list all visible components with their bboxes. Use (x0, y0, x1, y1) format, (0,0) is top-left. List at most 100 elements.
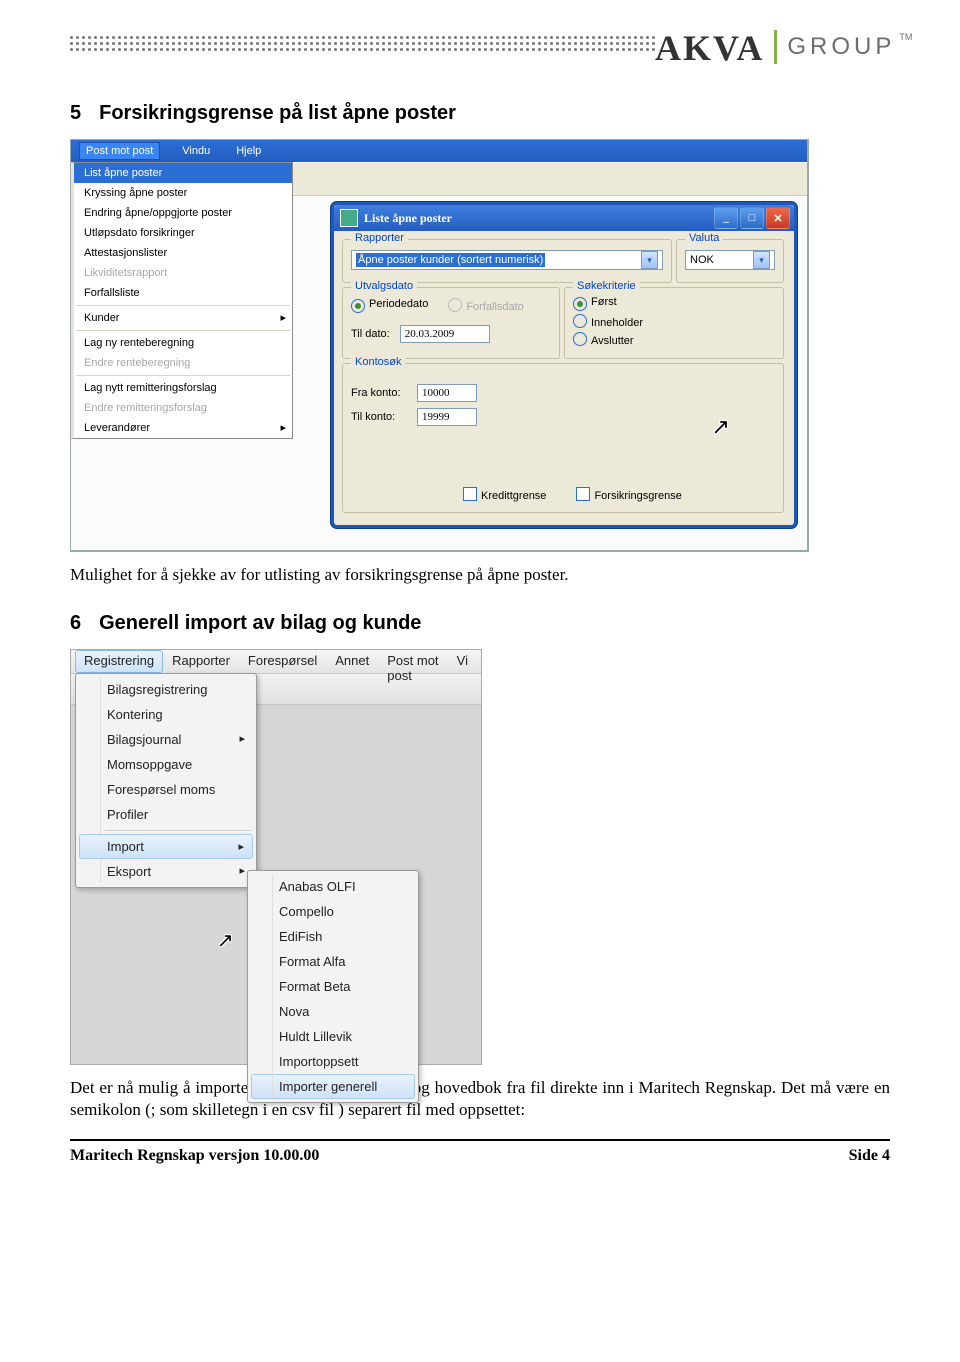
group-sokekriterie: Søkekriterie Først Inneholder Avslutter (564, 287, 784, 359)
menubar-post-mot-post[interactable]: Post mot post (378, 650, 447, 673)
menu-item[interactable]: List åpne poster (74, 163, 292, 183)
minimize-button[interactable]: _ (714, 207, 738, 229)
radio-forst[interactable]: Først (573, 296, 775, 311)
xp-menubar: Post mot post Vindu Hjelp (71, 140, 807, 162)
menu-item[interactable]: Anabas OLFI (251, 874, 415, 899)
radio-icon (448, 298, 462, 312)
menu-item: Endre remitteringsforslag (74, 398, 292, 418)
menu-item[interactable]: Bilagsregistrering (79, 677, 253, 702)
vista-menubar: Registrering Rapporter Forespørsel Annet… (71, 650, 481, 674)
brand-text-group: GROUP (787, 30, 895, 64)
select-rapporter[interactable]: Åpne poster kunder (sortert numerisk) ▾ (351, 250, 663, 270)
radio-icon (351, 299, 365, 313)
menu-item[interactable]: Forespørsel moms (79, 777, 253, 802)
select-valuta[interactable]: NOK ▾ (685, 250, 775, 270)
menubar-vi[interactable]: Vi (448, 650, 477, 673)
menu-item[interactable]: Endring åpne/oppgjorte poster (74, 203, 292, 223)
radio-avslutter[interactable]: Avslutter (573, 332, 775, 347)
radio-icon (573, 332, 587, 346)
menu-item[interactable]: Lag ny renteberegning (74, 333, 292, 353)
label-tildato: Til dato: (351, 328, 390, 340)
maximize-button[interactable]: □ (740, 207, 764, 229)
dropdown-registrering: BilagsregistreringKonteringBilagsjournal… (75, 673, 257, 888)
chevron-down-icon: ▾ (753, 251, 770, 269)
brand-separator (774, 30, 777, 64)
legend-kontosok: Kontosøk (351, 356, 405, 368)
menu-item[interactable]: Lag nytt remitteringsforslag (74, 378, 292, 398)
close-button[interactable]: ✕ (766, 207, 790, 229)
section-5-para: Mulighet for å sjekke av for utlisting a… (70, 564, 890, 586)
section-6-num: 6 (70, 612, 81, 634)
menu-item[interactable]: Forfallsliste (74, 283, 292, 303)
dialog-title-text: Liste åpne poster (364, 211, 452, 226)
radio-icon (573, 297, 587, 311)
checkbox-kredittgrense[interactable]: Kredittgrense (463, 487, 546, 502)
menu-item[interactable]: Importer generell (251, 1074, 415, 1099)
cursor-icon (713, 414, 730, 436)
menu-item[interactable]: Utløpsdato forsikringer (74, 223, 292, 243)
radio-icon (573, 314, 587, 328)
screenshot-import-menu: Registrering Rapporter Forespørsel Annet… (70, 649, 482, 1065)
menu-item[interactable]: Nova (251, 999, 415, 1024)
window-icon (340, 209, 358, 227)
radio-periodedato[interactable]: Periodedato (351, 298, 428, 313)
input-tildato[interactable] (400, 325, 490, 343)
group-kontosok: Kontosøk Fra konto: Til konto: Kredittgr… (342, 363, 784, 513)
radio-inneholder[interactable]: Inneholder (573, 314, 775, 329)
brand-tm: TM (899, 32, 912, 42)
menubar-registrering[interactable]: Registrering (75, 650, 163, 673)
footer-left: Maritech Regnskap versjon 10.00.00 (70, 1147, 319, 1165)
section-5-num: 5 (70, 102, 81, 124)
menubar-post-mot-post[interactable]: Post mot post (79, 142, 160, 160)
menu-item[interactable]: Leverandører (74, 418, 292, 438)
menu-item: Likviditetsrapport (74, 263, 292, 283)
label-til-konto: Til konto: (351, 411, 411, 423)
checkbox-forsikringsgrense[interactable]: Forsikringsgrense (576, 487, 681, 502)
checkbox-icon (576, 487, 590, 501)
xp-dropdown-menu: List åpne posterKryssing åpne posterEndr… (71, 162, 293, 439)
menubar-foresporsel[interactable]: Forespørsel (239, 650, 326, 673)
menu-item[interactable]: Bilagsjournal (79, 727, 253, 752)
chevron-down-icon: ▾ (641, 251, 658, 269)
menu-item[interactable]: Importoppsett (251, 1049, 415, 1074)
input-fra-konto[interactable] (417, 384, 477, 402)
checkbox-icon (463, 487, 477, 501)
cursor-icon (217, 928, 234, 953)
input-til-konto[interactable] (417, 408, 477, 426)
screenshot-liste-apne-poster: Post mot post Vindu Hjelp List åpne post… (70, 139, 809, 552)
menu-item[interactable]: Attestasjonslister (74, 243, 292, 263)
select-rapporter-value: Åpne poster kunder (sortert numerisk) (356, 253, 545, 267)
menu-item[interactable]: EdiFish (251, 924, 415, 949)
menu-item[interactable]: Format Alfa (251, 949, 415, 974)
menu-item[interactable]: Import (79, 834, 253, 859)
legend-rapporter: Rapporter (351, 232, 408, 244)
menubar-hjelp[interactable]: Hjelp (232, 143, 265, 159)
menu-item[interactable]: Profiler (79, 802, 253, 827)
brand-text-akva: AKVA (655, 30, 764, 66)
legend-sokekriterie: Søkekriterie (573, 280, 640, 292)
submenu-import: Anabas OLFICompelloEdiFishFormat AlfaFor… (247, 870, 419, 1103)
menu-item: Endre renteberegning (74, 353, 292, 373)
menu-item[interactable]: Kryssing åpne poster (74, 183, 292, 203)
dialog-liste-apne-poster: Liste åpne poster _ □ ✕ Rapporter Åpne p… (331, 202, 797, 528)
menu-item[interactable]: Huldt Lillevik (251, 1024, 415, 1049)
menubar-annet[interactable]: Annet (326, 650, 378, 673)
menu-item[interactable]: Momsoppgave (79, 752, 253, 777)
section-6-title: Generell import av bilag og kunde (99, 612, 421, 634)
label-fra-konto: Fra konto: (351, 387, 411, 399)
footer-right: Side 4 (849, 1147, 890, 1165)
menu-item[interactable]: Eksport (79, 859, 253, 884)
legend-valuta: Valuta (685, 232, 723, 244)
group-rapporter: Rapporter Åpne poster kunder (sortert nu… (342, 239, 672, 283)
legend-utvalgsdato: Utvalgsdato (351, 280, 417, 292)
section-6-heading: 6 Generell import av bilag og kunde (70, 612, 890, 635)
menubar-vindu[interactable]: Vindu (178, 143, 214, 159)
menu-item[interactable]: Compello (251, 899, 415, 924)
dialog-titlebar[interactable]: Liste åpne poster _ □ ✕ (334, 205, 794, 231)
menu-item[interactable]: Kontering (79, 702, 253, 727)
brand-logo: AKVA GROUP TM (655, 30, 912, 66)
menu-item[interactable]: Kunder (74, 308, 292, 328)
menubar-rapporter[interactable]: Rapporter (163, 650, 239, 673)
radio-forfallsdato: Forfallsdato (448, 298, 523, 313)
menu-item[interactable]: Format Beta (251, 974, 415, 999)
